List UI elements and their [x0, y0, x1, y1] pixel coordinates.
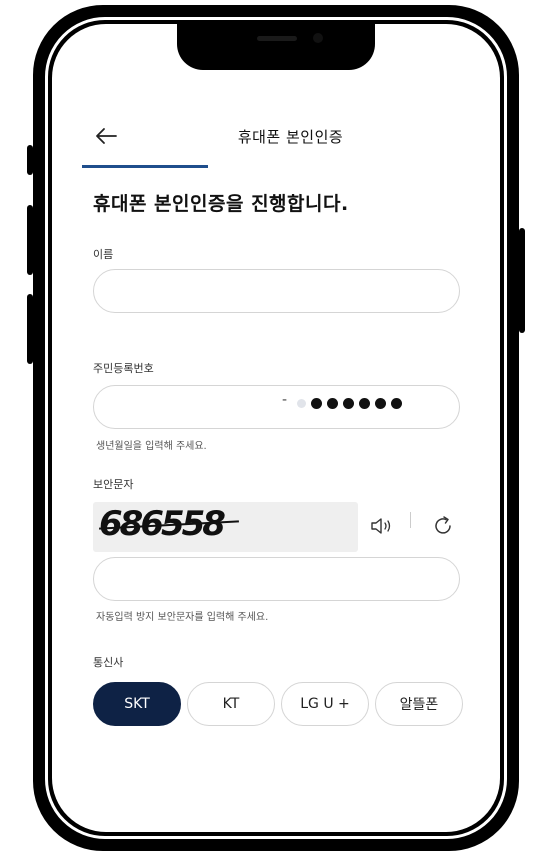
carrier-option-mvno[interactable]: 알뜰폰 — [375, 682, 463, 726]
notch — [177, 24, 375, 70]
captcha-label: 보안문자 — [93, 478, 134, 491]
rrn-input[interactable] — [93, 385, 460, 429]
header-accent-line — [82, 165, 208, 168]
carrier-label: 통신사 — [93, 656, 124, 669]
rrn-label: 주민등록번호 — [93, 362, 154, 375]
name-label: 이름 — [93, 248, 114, 261]
main-heading: 휴대폰 본인인증을 진행합니다. — [93, 193, 349, 215]
carrier-option-kt[interactable]: KT — [187, 682, 275, 726]
rrn-dot — [343, 398, 354, 409]
captcha-hint: 자동입력 방지 보안문자를 입력해 주세요. — [96, 612, 269, 623]
captcha-refresh-button[interactable] — [428, 511, 458, 541]
rrn-masked-digits — [297, 398, 402, 409]
rrn-dot — [375, 398, 386, 409]
app-header: 휴대폰 본인인증 — [0, 118, 551, 174]
page-title: 휴대폰 본인인증 — [237, 128, 344, 146]
rrn-separator: - — [282, 392, 288, 408]
captcha-input[interactable] — [93, 557, 460, 601]
earpiece — [257, 36, 297, 41]
rrn-dot — [391, 398, 402, 409]
rrn-dot — [327, 398, 338, 409]
captcha-audio-button[interactable] — [368, 511, 398, 541]
power-button — [519, 228, 525, 333]
front-camera — [313, 33, 323, 43]
carrier-option-lgu[interactable]: LG U + — [281, 682, 369, 726]
rrn-dot — [311, 398, 322, 409]
refresh-icon — [435, 516, 451, 534]
carrier-option-skt[interactable]: SKT — [93, 682, 181, 726]
captcha-image: 686558 — [93, 502, 358, 552]
rrn-hint: 생년월일을 입력해 주세요. — [96, 441, 207, 452]
name-input[interactable] — [93, 269, 460, 313]
carrier-options: SKT KT LG U + 알뜰폰 — [93, 682, 463, 726]
icon-divider — [410, 512, 411, 528]
rrn-dot — [359, 398, 370, 409]
speaker-icon — [371, 518, 391, 534]
rrn-dot — [297, 399, 306, 408]
